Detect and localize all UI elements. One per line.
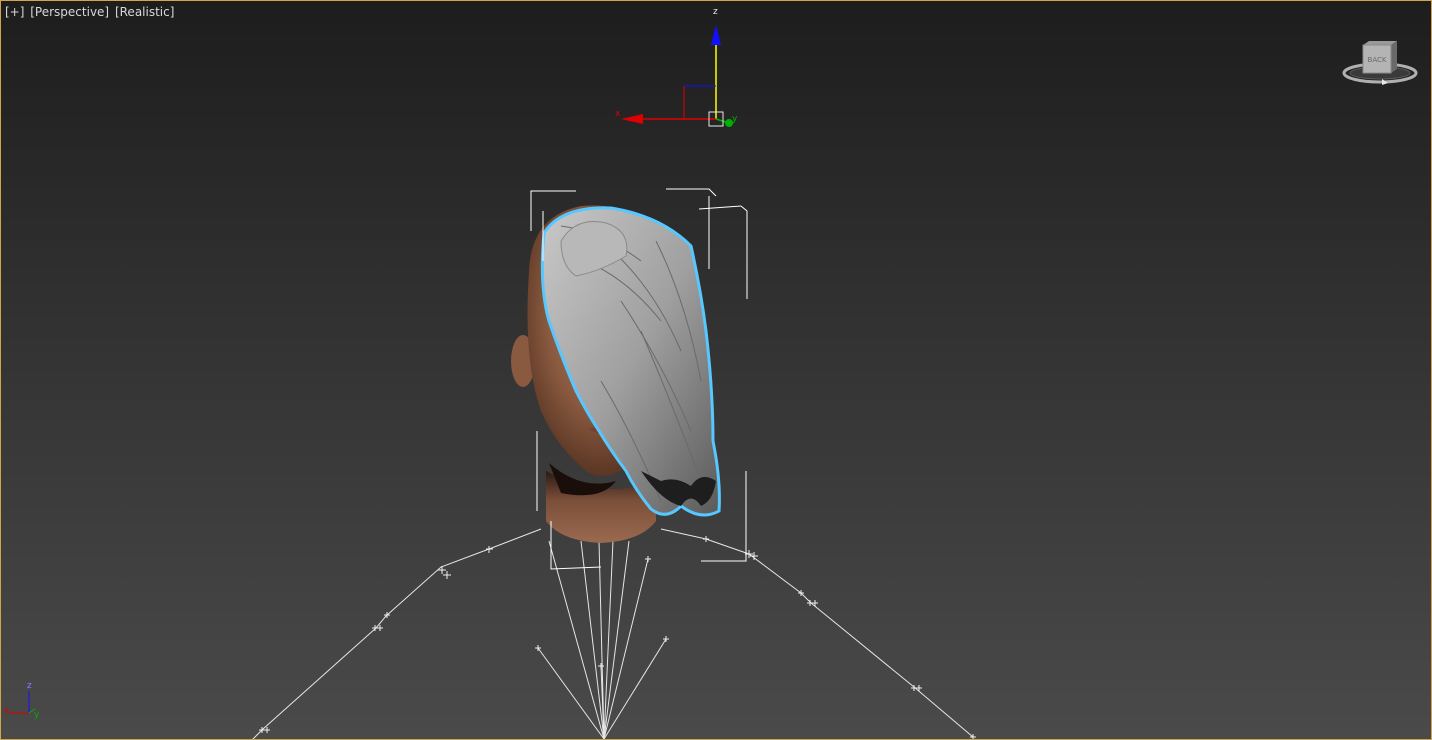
viewcube-face-label: BACK xyxy=(1368,56,1387,64)
gizmo-y-label: y xyxy=(732,114,738,124)
gizmo-x-label: x xyxy=(615,109,621,119)
world-axis-icon: z x y xyxy=(4,681,40,720)
world-axis-x-label: x xyxy=(4,706,10,716)
gizmo-z-label: z xyxy=(713,7,718,17)
world-axis-y-label: y xyxy=(34,710,40,720)
viewcube-icon[interactable]: BACK xyxy=(1342,41,1418,85)
bone-joint-markers[interactable] xyxy=(259,536,976,740)
move-gizmo-icon[interactable]: z x y xyxy=(615,7,738,127)
perspective-viewport[interactable]: [+] [Perspective] [Realistic] z x y BACK… xyxy=(0,0,1432,740)
world-axis-z-label: z xyxy=(27,681,32,691)
hair-model[interactable] xyxy=(540,206,721,517)
scene-canvas[interactable]: z x y BACK z x y xyxy=(1,1,1432,740)
skeleton-bones[interactable] xyxy=(251,528,974,740)
